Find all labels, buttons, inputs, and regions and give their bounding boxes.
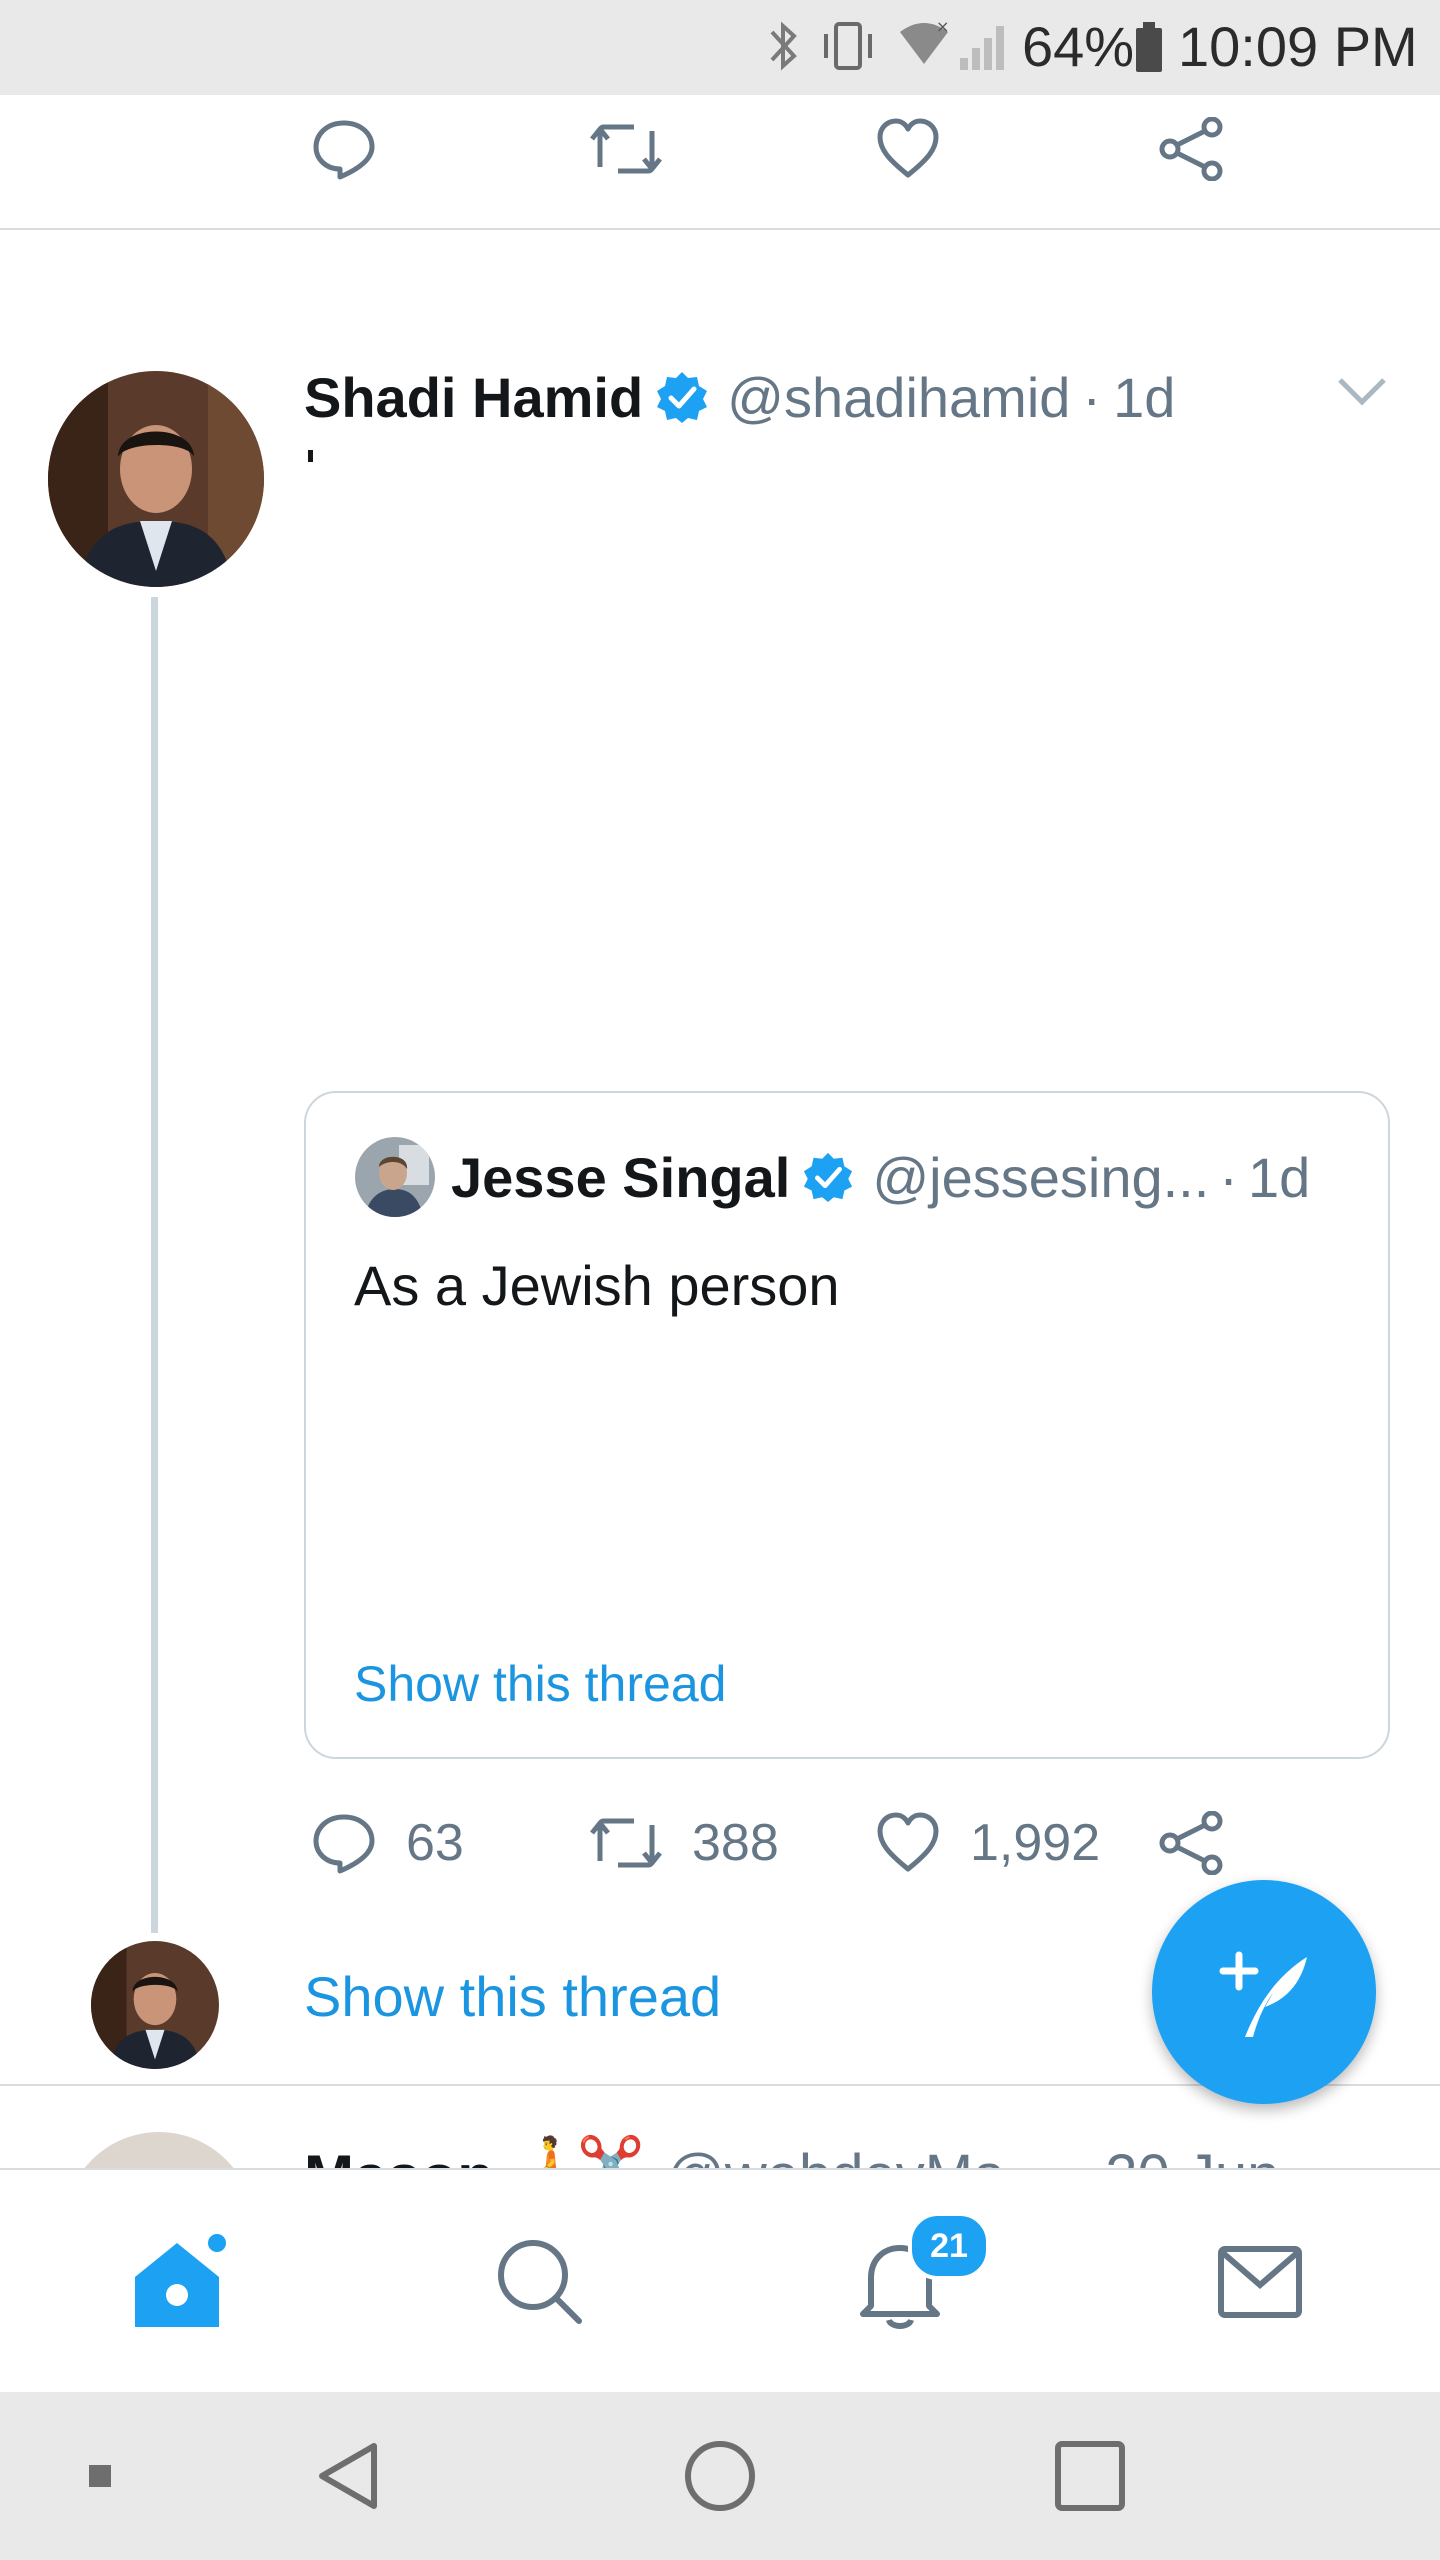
reply-count: 63: [406, 1814, 464, 1872]
emoji-icons: 🧑‍🦯✂️: [510, 2135, 645, 2170]
like-button[interactable]: 1,992: [874, 1788, 1100, 1898]
mail-icon: [1218, 2246, 1302, 2318]
verified-badge-icon: [657, 372, 708, 423]
svg-text:×: ×: [936, 18, 949, 36]
quoted-tweet-timestamp: 1d: [1247, 1145, 1311, 1209]
compose-feather-icon: [1219, 1951, 1307, 2037]
system-navigation-bar: [0, 2392, 1440, 2560]
circle-home-icon: [685, 2441, 755, 2511]
heart-icon: [877, 118, 939, 178]
battery-percentage: 64%: [1022, 15, 1135, 78]
next-tweet-peek[interactable]: Mason 🧑‍🦯✂️ @webdevMa... · 20 Jun: [0, 2090, 1440, 2170]
nav-home[interactable]: [80, 2170, 280, 2394]
share-button[interactable]: [1156, 94, 1226, 204]
search-icon: [498, 2240, 582, 2324]
avatar[interactable]: [91, 1941, 219, 2069]
next-author-handle: @webdevMa... · 20 Jun: [666, 2142, 1279, 2170]
tweet-text-fragment: [304, 448, 324, 466]
battery-icon: [1136, 22, 1162, 72]
vibrate-icon: [824, 22, 872, 70]
back-icon: [319, 2443, 377, 2509]
share-icon: [1159, 1811, 1223, 1875]
nav-messages[interactable]: [1160, 2170, 1360, 2394]
tweet-header: Shadi Hamid @shadihamid · 1d: [304, 362, 1175, 432]
thread-connector: [151, 597, 158, 1933]
author-handle[interactable]: @shadihamid: [727, 365, 1070, 430]
separator-dot: ·: [1082, 365, 1102, 429]
next-author-name: Mason: [304, 2142, 494, 2170]
reply-icon: [313, 120, 375, 180]
avatar-photo: [48, 371, 264, 587]
tweet-actions: 63 388 1,992: [0, 1788, 1440, 1898]
verified-badge-icon: [804, 1152, 853, 1203]
compose-tweet-button[interactable]: [1152, 1880, 1376, 2104]
retweet-button[interactable]: 388: [588, 1788, 779, 1898]
reply-icon: [313, 1814, 375, 1874]
avatar: [64, 2132, 254, 2170]
quoted-author-handle: @jessesing...: [872, 1145, 1210, 1209]
heart-icon: [877, 1812, 939, 1872]
previous-tweet-actions: [0, 94, 1440, 204]
home-icon: [135, 2230, 230, 2327]
avatar[interactable]: [48, 371, 264, 587]
nav-notifications[interactable]: [800, 2170, 1000, 2394]
bottom-navigation: [0, 2168, 1440, 2394]
share-icon: [1159, 117, 1223, 181]
reply-button[interactable]: [310, 94, 378, 204]
quoted-author-name: Jesse Singal: [451, 1145, 791, 1209]
wifi-icon: ×: [900, 18, 949, 64]
show-thread-link[interactable]: Show this thread: [304, 1964, 721, 2029]
author-name[interactable]: Shadi Hamid: [304, 365, 643, 430]
square-dot-icon: [89, 2465, 111, 2487]
avatar: [355, 1137, 435, 1217]
retweet-icon: [590, 1818, 662, 1868]
notifications-badge: 21: [908, 2212, 990, 2280]
share-button[interactable]: [1156, 1788, 1226, 1898]
quoted-avatar-photo: [355, 1137, 435, 1217]
system-dot-button[interactable]: [60, 2392, 140, 2560]
retweet-icon: [590, 124, 662, 174]
avatar-photo: [91, 1941, 219, 2069]
tweet-timestamp[interactable]: 1d: [1113, 365, 1175, 430]
clock: 10:09 PM: [1178, 15, 1418, 78]
recents-square-icon: [1055, 2441, 1125, 2511]
status-bar: × 64% 10:09 PM: [0, 0, 1440, 95]
divider: [0, 228, 1440, 230]
bluetooth-icon: [770, 21, 797, 71]
back-button[interactable]: [300, 2392, 400, 2560]
quoted-tweet-header: Jesse Singal @jessesing... · 1d: [451, 1141, 1310, 1213]
recents-button[interactable]: [1040, 2392, 1140, 2560]
retweet-button[interactable]: [588, 94, 664, 204]
quoted-tweet-card[interactable]: Jesse Singal @jessesing... · 1d As a Jew…: [304, 1091, 1390, 1759]
cell-signal-icon: [960, 26, 1004, 70]
nav-search[interactable]: [440, 2170, 640, 2394]
like-count: 1,992: [970, 1814, 1101, 1872]
quoted-tweet-text: As a Jewish person: [354, 1254, 840, 1317]
home-system-button[interactable]: [670, 2392, 770, 2560]
chevron-down-icon[interactable]: [1336, 372, 1388, 412]
reply-button[interactable]: 63: [310, 1788, 464, 1898]
like-button[interactable]: [874, 94, 942, 204]
separator-dot: ·: [1219, 1145, 1238, 1209]
retweet-count: 388: [692, 1814, 779, 1872]
quoted-show-thread-link[interactable]: Show this thread: [354, 1655, 726, 1713]
